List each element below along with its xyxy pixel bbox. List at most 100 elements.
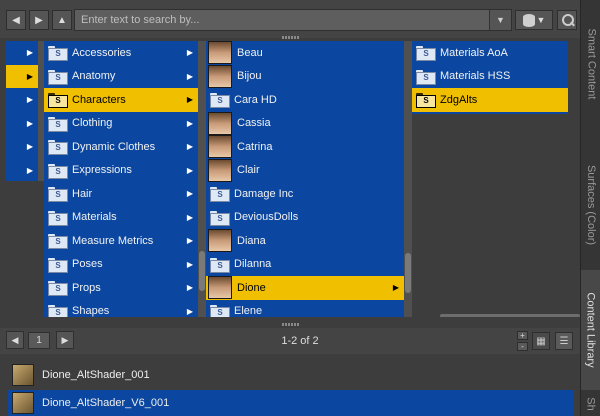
column-categories-scrollbar[interactable] [198,41,206,317]
zoom-in-button[interactable]: + [517,331,528,340]
list-view-icon: ☰ [559,335,569,347]
chevron-right-icon: ▶ [26,48,33,58]
list-item[interactable]: Elene [206,300,404,317]
pager-bar: ◀ 1 ▶ 1-2 of 2 + - ▦ ☰ [0,328,580,354]
list-item[interactable]: Damage Inc [206,182,404,206]
chevron-right-icon: ▶ [186,189,193,199]
back-button[interactable]: ◀ [6,10,26,30]
chevron-right-icon: ▶ [186,118,193,128]
list-item[interactable]: ▶ [6,64,38,88]
list-item[interactable]: Measure Metrics ▶ [44,229,198,253]
list-item[interactable]: DeviousDolls [206,206,404,230]
list-item[interactable]: Materials AoA [412,41,568,65]
list-item[interactable]: ▶ [6,88,38,112]
list-item-label: Materials HSS [440,70,511,83]
result-item[interactable]: Dione_AltShader_001 [8,362,574,388]
list-item[interactable]: Clothing ▶ [44,112,198,136]
list-item[interactable]: ZdgAlts [412,88,568,112]
scroll-thumb[interactable] [405,253,411,293]
list-item-label: Bijou [237,70,262,83]
arrow-right-icon: ▶ [61,334,69,345]
list-item-label: Catrina [237,140,273,153]
list-item[interactable]: Dilanna [206,253,404,277]
result-label: Dione_AltShader_001 [42,369,150,381]
list-item-label: Beau [237,46,263,59]
tab-shaping[interactable]: Sh [581,392,600,416]
chevron-right-icon: ▶ [186,283,193,293]
result-label: Dione_AltShader_V6_001 [42,397,170,409]
list-item[interactable]: Bijou [206,64,404,89]
zoom-out-button[interactable]: - [517,342,528,351]
horizontal-scrollbar[interactable] [440,314,580,317]
list-item[interactable]: Catrina [206,135,404,159]
list-item[interactable]: Dione ▶ [206,276,404,300]
list-item[interactable]: ▶ [6,112,38,136]
list-item[interactable]: Shapes ▶ [44,300,198,317]
search-input[interactable]: Enter text to search by... [74,9,512,31]
list-item[interactable]: Beau [206,41,404,65]
list-item[interactable]: Characters ▶ [44,88,198,112]
next-page-button[interactable]: ▶ [56,331,74,349]
list-item[interactable]: Hair ▶ [44,182,198,206]
list-item-label: Diana [237,234,266,247]
list-item[interactable]: ▶ [6,41,38,65]
list-item-label: Dilanna [234,258,272,271]
folder-icon [48,116,68,132]
icon-view-button[interactable]: ▦ [532,332,550,350]
list-item-label: DeviousDolls [234,211,299,224]
page-number[interactable]: 1 [28,332,50,349]
list-item[interactable]: Dynamic Clothes ▶ [44,135,198,159]
folder-icon [48,210,68,226]
column-root: ▶ ▶ ▶ ▶ ▶ ▶ [6,41,38,181]
character-thumbnail [208,41,232,65]
list-item[interactable]: Diana [206,229,404,253]
list-item[interactable]: Props ▶ [44,276,198,300]
scroll-thumb[interactable] [199,251,205,291]
folder-icon [48,93,68,109]
list-item[interactable]: Clair [206,158,404,183]
list-item[interactable]: Cara HD [206,88,404,112]
search-dropdown-button[interactable]: ▼ [489,10,511,30]
list-item[interactable]: Expressions ▶ [44,159,198,183]
splitter-top[interactable] [282,36,300,39]
list-item-label: Shapes [72,305,110,317]
chevron-right-icon: ▶ [186,259,193,269]
forward-button[interactable]: ▶ [29,10,49,30]
database-icon [522,13,535,27]
folder-icon [48,69,68,85]
tab-content-library[interactable]: Content Library [581,270,600,390]
grid-view-icon: ▦ [536,335,546,347]
list-item[interactable]: ▶ [6,135,38,159]
column-characters-scrollbar[interactable] [404,41,412,317]
chevron-right-icon: ▶ [392,283,399,293]
folder-icon [210,187,230,203]
list-view-button[interactable]: ☰ [555,332,573,350]
list-item-label: Cara HD [234,93,277,106]
list-item[interactable]: Cassia [206,111,404,136]
toolbar: ◀ ▶ ▲ Enter text to search by... ▼ ▼ [0,0,580,38]
result-item[interactable]: Dione_AltShader_V6_001 [8,390,574,416]
list-item-label: Props [72,281,101,294]
chevron-down-icon: ▼ [536,15,546,25]
search-button[interactable] [557,10,577,30]
list-item-label: Measure Metrics [72,234,154,247]
database-button[interactable]: ▼ [515,10,553,30]
list-item-label: Dynamic Clothes [72,140,156,153]
list-item-label: Materials [72,211,117,224]
list-item[interactable]: ▶ [6,159,38,182]
list-item[interactable]: Materials HSS [412,65,568,89]
chevron-right-icon: ▶ [26,165,33,175]
folder-icon [416,46,436,62]
list-item[interactable]: Anatomy ▶ [44,65,198,89]
splitter-bottom[interactable] [282,323,300,326]
list-item[interactable]: Materials ▶ [44,206,198,230]
up-button[interactable]: ▲ [52,10,72,30]
prev-page-button[interactable]: ◀ [6,331,24,349]
tab-surfaces-color[interactable]: Surfaces (Color) [581,140,600,270]
tab-smart-content[interactable]: Smart Content [581,4,600,124]
arrow-left-icon: ◀ [11,334,19,345]
folder-icon [48,257,68,273]
list-item[interactable]: Poses ▶ [44,253,198,277]
list-item[interactable]: Accessories ▶ [44,41,198,65]
list-item-label: Poses [72,258,103,271]
